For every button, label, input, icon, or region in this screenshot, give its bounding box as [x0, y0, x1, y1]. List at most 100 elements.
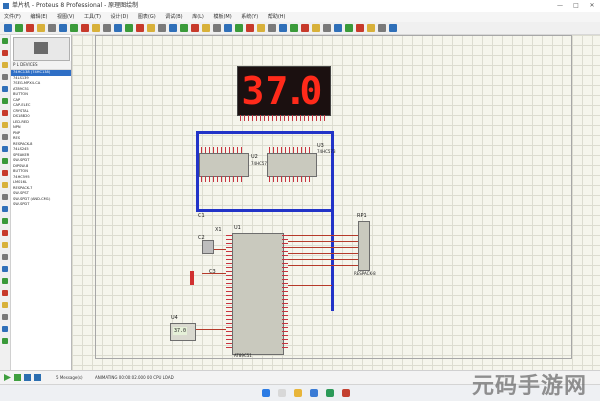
start-icon[interactable]	[262, 389, 270, 397]
block-rotate-icon[interactable]	[246, 24, 254, 32]
save-icon[interactable]	[26, 24, 34, 32]
tape-icon[interactable]	[2, 158, 8, 164]
zoom-all-icon[interactable]	[147, 24, 155, 32]
origin-icon[interactable]	[103, 24, 111, 32]
pick-icon[interactable]	[268, 24, 276, 32]
design-rule-icon[interactable]	[367, 24, 375, 32]
stop-icon[interactable]	[34, 374, 41, 381]
message-count[interactable]: 5 Message(s)	[56, 371, 83, 385]
make-device-icon[interactable]	[279, 24, 287, 32]
browser-icon[interactable]	[310, 389, 318, 397]
property-assign-icon[interactable]	[334, 24, 342, 32]
menu-design[interactable]: 设计(D)	[111, 12, 129, 22]
cut-icon[interactable]	[191, 24, 199, 32]
menu-template[interactable]: 模板(M)	[213, 12, 231, 22]
app-icon	[3, 3, 9, 9]
mcu-chip-u1[interactable]	[232, 233, 284, 355]
maximize-button[interactable]: □	[570, 0, 582, 12]
menu-tools[interactable]: 工具(T)	[84, 12, 101, 22]
wire-label-icon[interactable]	[2, 74, 8, 80]
copy-icon[interactable]	[202, 24, 210, 32]
pcb-icon[interactable]	[378, 24, 386, 32]
subcircuit-icon[interactable]	[2, 110, 8, 116]
home-icon[interactable]	[81, 24, 89, 32]
mirror-icon[interactable]	[2, 338, 8, 344]
probe-voltage-icon[interactable]	[2, 182, 8, 188]
device-list-item[interactable]: SW-SPDT	[11, 202, 71, 208]
latch-chip-u3[interactable]	[267, 153, 317, 177]
pause-icon[interactable]	[24, 374, 31, 381]
wire-autorouter-icon[interactable]	[312, 24, 320, 32]
menu-view[interactable]: 视图(V)	[57, 12, 74, 22]
line-icon[interactable]	[2, 218, 8, 224]
device-pin-icon[interactable]	[2, 134, 8, 140]
animation-status: ANIMATING 00:00:02.000 00 CPU LOAD	[95, 375, 174, 380]
menu-file[interactable]: 文件(F)	[4, 12, 21, 22]
junction-icon[interactable]	[2, 62, 8, 68]
search-icon[interactable]	[323, 24, 331, 32]
menu-debug[interactable]: 调试(B)	[165, 12, 182, 22]
open-folder-icon[interactable]	[15, 24, 23, 32]
netlist-icon[interactable]	[345, 24, 353, 32]
graph-icon[interactable]	[2, 146, 8, 152]
packaging-icon[interactable]	[290, 24, 298, 32]
app-icon[interactable]	[326, 389, 334, 397]
block-delete-icon[interactable]	[257, 24, 265, 32]
u1-type: AT89C51	[234, 353, 252, 358]
schematic-canvas[interactable]: 3 7 . 0 U2 74HC573 U3 74HC573 U1 AT89C51…	[72, 35, 600, 394]
area-icon[interactable]	[70, 24, 78, 32]
generator-icon[interactable]	[2, 170, 8, 176]
probe-current-icon[interactable]	[2, 194, 8, 200]
block-move-icon[interactable]	[235, 24, 243, 32]
block-copy-icon[interactable]	[224, 24, 232, 32]
select-icon[interactable]	[2, 38, 8, 44]
zoom-area-icon[interactable]	[158, 24, 166, 32]
resistor-pack-rp1[interactable]	[358, 221, 370, 271]
circle-icon[interactable]	[2, 242, 8, 248]
print-icon[interactable]	[59, 24, 67, 32]
instrument-icon[interactable]	[2, 206, 8, 212]
import-icon[interactable]	[37, 24, 45, 32]
temperature-sensor-ds18b20[interactable]: 37.0	[170, 323, 196, 341]
path-icon[interactable]	[2, 266, 8, 272]
text-script-icon[interactable]	[2, 86, 8, 92]
arc-icon[interactable]	[2, 254, 8, 260]
3d-icon[interactable]	[389, 24, 397, 32]
box-icon[interactable]	[2, 230, 8, 236]
step-icon[interactable]	[14, 374, 21, 381]
rotate-icon[interactable]	[2, 314, 8, 320]
zoom-in-icon[interactable]	[125, 24, 133, 32]
reset-resistor[interactable]	[190, 271, 194, 285]
export-icon[interactable]	[48, 24, 56, 32]
app-icon[interactable]	[342, 389, 350, 397]
decompose-icon[interactable]	[301, 24, 309, 32]
redo-icon[interactable]	[180, 24, 188, 32]
menu-library[interactable]: 库(L)	[192, 12, 204, 22]
component-icon[interactable]	[2, 50, 8, 56]
minimize-button[interactable]: —	[554, 0, 566, 12]
new-file-icon[interactable]	[4, 24, 12, 32]
latch-chip-u2[interactable]	[199, 153, 249, 177]
menu-help[interactable]: 帮助(H)	[268, 12, 286, 22]
bill-of-materials-icon[interactable]	[356, 24, 364, 32]
menu-graph[interactable]: 图表(G)	[138, 12, 156, 22]
grid-icon[interactable]	[92, 24, 100, 32]
u3-type: 74HC573	[317, 149, 336, 154]
menu-system[interactable]: 系统(Y)	[241, 12, 258, 22]
text-icon[interactable]	[2, 278, 8, 284]
search-icon[interactable]	[278, 389, 286, 397]
menu-edit[interactable]: 编辑(E)	[30, 12, 47, 22]
zoom-out-icon[interactable]	[136, 24, 144, 32]
bus-icon[interactable]	[2, 98, 8, 104]
terminal-icon[interactable]	[2, 122, 8, 128]
paste-icon[interactable]	[213, 24, 221, 32]
flip-icon[interactable]	[2, 326, 8, 332]
play-icon[interactable]	[4, 374, 11, 381]
close-button[interactable]: ✕	[586, 0, 598, 12]
pan-icon[interactable]	[114, 24, 122, 32]
undo-icon[interactable]	[169, 24, 177, 32]
marker-icon[interactable]	[2, 302, 8, 308]
symbol-icon[interactable]	[2, 290, 8, 296]
crystal-x1[interactable]	[202, 240, 214, 254]
folder-icon[interactable]	[294, 389, 302, 397]
